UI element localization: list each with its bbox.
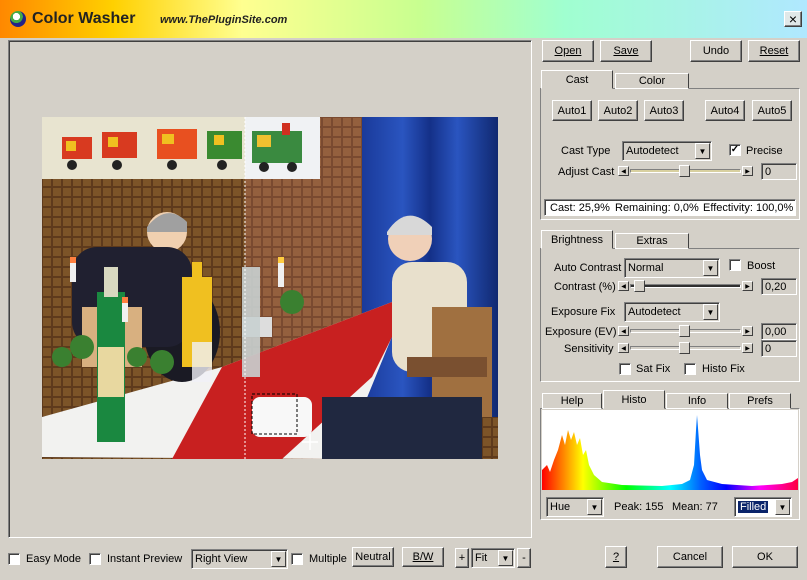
exposure-fix-select[interactable]: Autodetect ▼ <box>624 302 720 322</box>
easy-mode-checkbox[interactable] <box>8 553 20 565</box>
instant-preview-checkbox[interactable] <box>89 553 101 565</box>
peak-value: Peak: 155 <box>614 501 664 513</box>
zoom-select[interactable]: Fit ▼ <box>471 548 515 568</box>
chevron-down-icon: ▼ <box>271 551 286 567</box>
easy-mode-label: Easy Mode <box>26 553 82 565</box>
sensitivity-label: Sensitivity <box>564 343 614 355</box>
chevron-down-icon: ▼ <box>498 550 513 566</box>
slider-right-arrow-icon[interactable]: ▶ <box>742 281 753 291</box>
close-button[interactable]: × <box>784 11 802 27</box>
close-icon: × <box>788 11 798 27</box>
exposure-ev-label: Exposure (EV) <box>545 326 617 338</box>
chevron-down-icon: ▼ <box>695 143 710 159</box>
histogram-style-select[interactable]: Filled ▼ <box>734 497 792 517</box>
chevron-down-icon: ▼ <box>703 260 718 276</box>
exposure-fix-label: Exposure Fix <box>551 306 616 318</box>
slider-thumb[interactable] <box>634 280 645 292</box>
histo-fix-label: Histo Fix <box>702 363 745 375</box>
tab-prefs[interactable]: Prefs <box>729 393 791 409</box>
zoom-out-button[interactable]: - <box>517 548 531 568</box>
tab-color[interactable]: Color <box>615 73 689 89</box>
precise-checkbox[interactable]: ✓ <box>729 144 741 156</box>
slider-left-arrow-icon[interactable]: ◀ <box>618 281 629 291</box>
auto-contrast-select[interactable]: Normal ▼ <box>624 258 720 278</box>
photo-canvas <box>42 117 498 459</box>
adjust-cast-slider[interactable]: ◀ ▶ <box>618 165 753 177</box>
zoom-in-button[interactable]: + <box>455 548 469 568</box>
save-button[interactable]: Save <box>600 40 652 62</box>
auto4-button[interactable]: Auto4 <box>705 100 745 121</box>
neutral-button[interactable]: Neutral <box>352 547 394 567</box>
histogram-graph <box>542 415 798 490</box>
slider-thumb[interactable] <box>679 342 690 354</box>
instant-preview-label: Instant Preview <box>107 553 183 565</box>
contrast-label: Contrast (%) <box>554 281 616 293</box>
chevron-down-icon: ▼ <box>587 499 602 515</box>
boost-checkbox[interactable] <box>729 259 741 271</box>
sensitivity-value[interactable]: 0 <box>761 340 797 357</box>
tab-info[interactable]: Info <box>666 393 728 409</box>
app-logo-icon <box>10 11 26 27</box>
exposure-ev-slider[interactable]: ◀ ▶ <box>618 325 753 337</box>
cancel-button[interactable]: Cancel <box>657 546 723 568</box>
slider-left-arrow-icon[interactable]: ◀ <box>618 166 629 176</box>
slider-thumb[interactable] <box>679 325 690 337</box>
boost-label: Boost <box>747 260 776 272</box>
exposure-ev-value[interactable]: 0,00 <box>761 323 797 340</box>
chevron-down-icon: ▼ <box>775 499 790 515</box>
help-button[interactable]: ? <box>605 546 627 568</box>
slider-right-arrow-icon[interactable]: ▶ <box>742 166 753 176</box>
adjust-cast-label: Adjust Cast <box>558 166 615 178</box>
histo-fix-checkbox[interactable] <box>684 363 696 375</box>
multiple-label: Multiple <box>309 553 347 565</box>
app-title: Color Washer <box>32 10 136 27</box>
title-bar: Color Washer www.ThePluginSite.com × <box>0 0 807 38</box>
effectivity-status: Effectivity: 100,0% <box>703 202 794 214</box>
preview-image[interactable] <box>42 117 498 459</box>
slider-thumb[interactable] <box>679 165 690 177</box>
multiple-checkbox[interactable] <box>291 553 303 565</box>
view-select[interactable]: Right View ▼ <box>191 549 288 569</box>
hue-histogram <box>542 410 798 490</box>
cast-status: Cast: 25,9% <box>550 202 610 214</box>
slider-left-arrow-icon[interactable]: ◀ <box>618 326 629 336</box>
bw-button[interactable]: B/W <box>402 547 444 567</box>
sat-fix-label: Sat Fix <box>636 363 671 375</box>
sat-fix-checkbox[interactable] <box>619 363 631 375</box>
cast-type-label: Cast Type <box>561 145 611 157</box>
remaining-status: Remaining: 0,0% <box>615 202 699 214</box>
open-button[interactable]: Open <box>542 40 594 62</box>
sensitivity-slider[interactable]: ◀ ▶ <box>618 342 753 354</box>
contrast-slider[interactable]: ◀ ▶ <box>618 280 753 292</box>
cast-type-select[interactable]: Autodetect ▼ <box>622 141 712 161</box>
auto-contrast-label: Auto Contrast <box>554 262 622 274</box>
tab-brightness[interactable]: Brightness <box>541 230 613 249</box>
tab-help[interactable]: Help <box>542 393 602 409</box>
ok-button[interactable]: OK <box>732 546 798 568</box>
adjust-cast-value[interactable]: 0 <box>761 163 797 180</box>
auto1-button[interactable]: Auto1 <box>552 100 592 121</box>
slider-left-arrow-icon[interactable]: ◀ <box>618 343 629 353</box>
auto3-button[interactable]: Auto3 <box>644 100 684 121</box>
slider-right-arrow-icon[interactable]: ▶ <box>742 326 753 336</box>
tab-extras[interactable]: Extras <box>615 233 689 249</box>
chevron-down-icon: ▼ <box>703 304 718 320</box>
histogram-mode-select[interactable]: Hue ▼ <box>546 497 604 517</box>
mean-value: Mean: 77 <box>672 501 718 513</box>
tab-cast[interactable]: Cast <box>541 70 613 89</box>
slider-right-arrow-icon[interactable]: ▶ <box>742 343 753 353</box>
undo-button[interactable]: Undo <box>690 40 742 62</box>
precise-label: Precise <box>746 145 783 157</box>
contrast-value[interactable]: 0,20 <box>761 278 797 295</box>
tab-histo[interactable]: Histo <box>603 390 665 409</box>
auto5-button[interactable]: Auto5 <box>752 100 792 121</box>
auto2-button[interactable]: Auto2 <box>598 100 638 121</box>
website-link[interactable]: www.ThePluginSite.com <box>160 14 287 26</box>
reset-button[interactable]: Reset <box>748 40 800 62</box>
